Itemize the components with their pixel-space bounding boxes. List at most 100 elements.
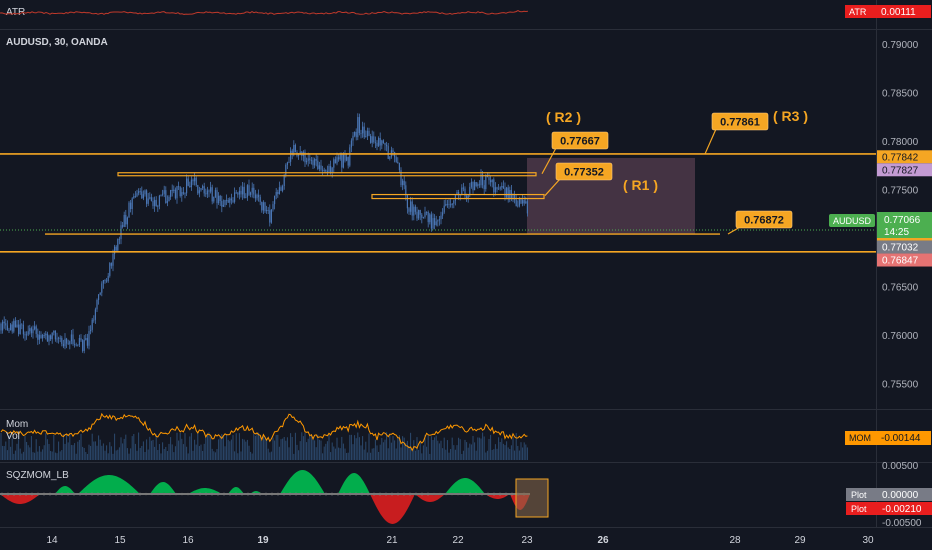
volume-bar [250,451,252,460]
mom-label: Mom [6,419,28,430]
candle-body [203,186,205,194]
volume-bar [358,437,360,460]
candle-body [526,201,528,214]
candle-body [38,334,40,340]
volume-bar [128,453,130,460]
trading-chart[interactable]: ATR AUDUSD, 30, OANDA 0.77861 0.77667 0.77… [0,0,932,550]
volume-bar [362,436,364,460]
candle-body [469,186,471,196]
volume-bar [171,444,173,460]
volume-bar [347,452,349,460]
volume-bar [304,432,306,460]
candle-body [109,263,111,276]
volume-bar [314,440,316,460]
candle-body [371,136,373,143]
volume-bar [115,450,117,460]
volume-bar [69,433,71,460]
r1-callout-value: 0.77352 [564,167,604,179]
candle-body [213,197,215,202]
volume-bar [395,448,397,460]
volume-bar [470,444,472,460]
volume-bar [165,446,167,460]
volume-bar [109,442,111,460]
candle-body [245,197,247,199]
volume-bar [93,441,95,460]
candle-body [322,169,324,171]
volume-bar [437,440,439,460]
volume-bar [110,446,112,460]
volume-bar [157,450,159,460]
volume-bar [162,442,164,460]
volume-bar [245,441,247,460]
candle-body [418,209,420,219]
volume-bar [14,450,16,460]
candle-body [3,321,5,324]
current-price-value: 0.77066 [884,215,921,226]
volume-bar [102,443,104,460]
candle-body [94,309,96,320]
volume-bar [85,451,87,460]
candle-body [392,150,394,153]
candle-body [451,203,453,206]
volume-bar [226,434,228,460]
volume-bar [499,441,501,460]
volume-bar [406,440,408,460]
volume-bar [485,452,487,460]
volume-bar [234,451,236,460]
volume-bar [475,450,477,460]
volume-bar [192,450,194,460]
volume-bar [427,435,429,460]
volume-bar [458,437,460,460]
candle-body [54,330,56,340]
candle-body [117,238,119,251]
candle-body [248,185,250,195]
volume-bar [494,444,496,460]
volume-bar [283,436,285,460]
candle-body [11,324,13,332]
candle-body [474,182,476,191]
price-tick-7: 0.75500 [882,379,919,390]
candle-body [501,186,503,188]
candle-body [320,165,322,170]
candle-body [309,158,311,161]
volume-bar [240,451,242,460]
volume-bar [293,453,295,460]
volume-bar [24,436,26,460]
candle-body [5,323,7,326]
candle-body [174,189,176,199]
volume-bar [442,448,444,460]
candle-body [126,217,128,225]
volume-bar [456,445,458,460]
sqz-badge-1-value: -0.00210 [882,504,922,515]
volume-bar [158,444,160,460]
volume-bar [446,440,448,460]
volume-bar [414,450,416,460]
volume-bar [467,447,469,460]
candle-body [194,177,196,182]
candle-body [294,145,296,153]
candle-body [414,206,416,212]
volume-bar [381,437,383,460]
volume-bar [349,434,351,460]
candle-body [56,338,58,340]
volume-bar [334,448,336,460]
squeeze-highlight-box [515,478,549,518]
volume-bar [27,445,29,460]
volume-bar [3,446,5,460]
r3-label: ( R3 ) [773,108,808,124]
volume-bar [149,436,151,460]
volume-bar [242,438,244,460]
volume-bar [72,445,74,460]
candle-body [187,178,189,186]
volume-bar [120,437,122,460]
volume-bar [48,443,50,460]
candle-body [67,343,69,345]
volume-bar [262,435,264,460]
candle-body [443,205,445,213]
candle-body [208,190,210,192]
candle-body [96,299,98,310]
price-badge-4: 0.76847 [882,256,919,267]
price-tick-1: 0.78500 [882,89,919,100]
volume-bar [5,441,7,460]
volume-bar [58,441,60,460]
